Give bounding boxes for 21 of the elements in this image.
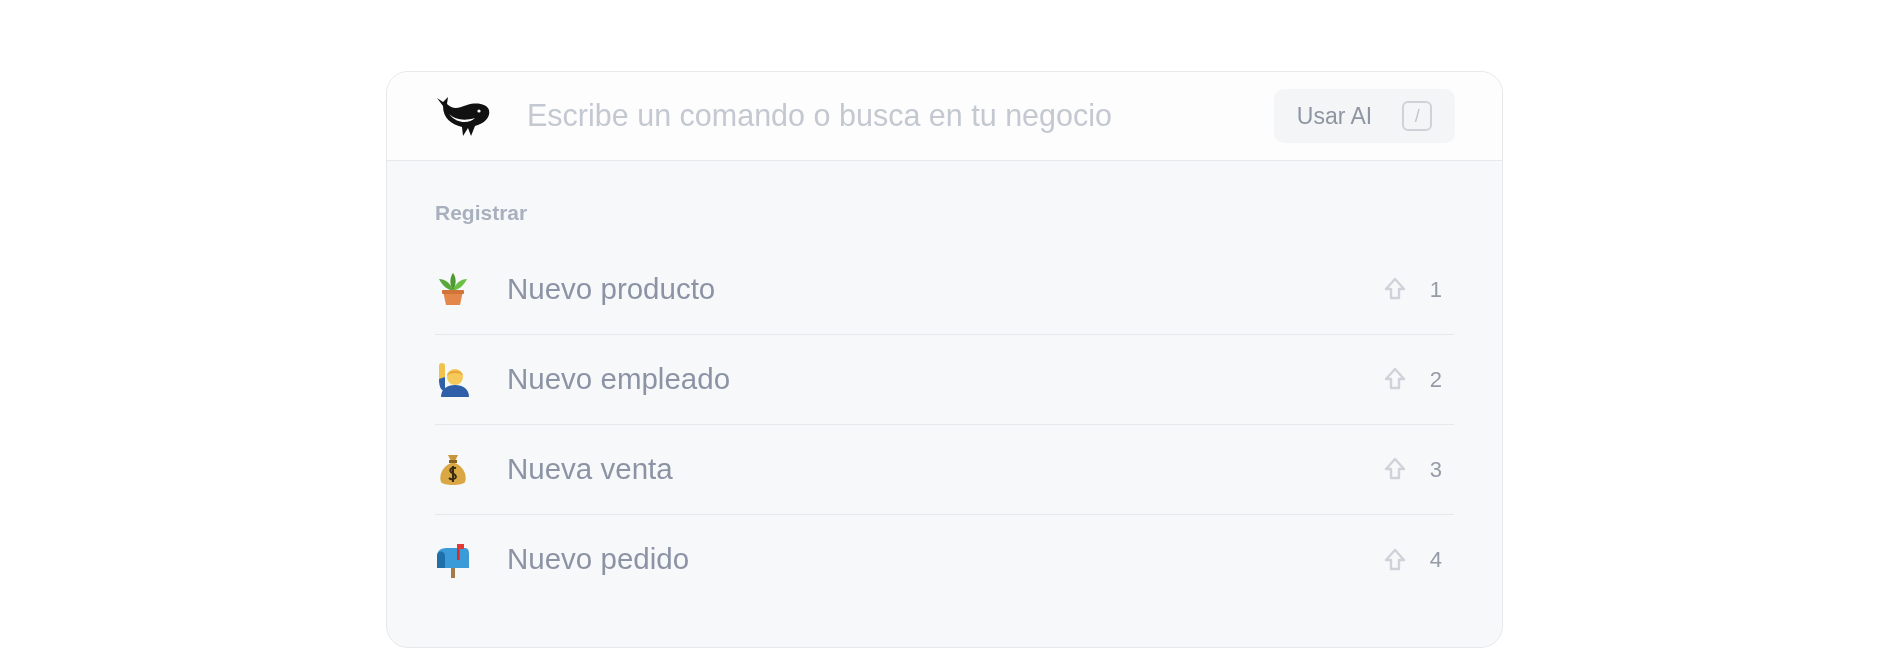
- command-item[interactable]: Nueva venta 3: [435, 424, 1454, 515]
- shortcut-number: 2: [1428, 365, 1442, 394]
- shift-key-icon: [1384, 277, 1406, 301]
- command-item[interactable]: Nuevo empleado 2: [435, 334, 1454, 425]
- command-label: Nuevo empleado: [507, 360, 732, 397]
- search-bar[interactable]: Escribe un comando o busca en tu negocio Usar AI /: [387, 72, 1502, 161]
- command-label: Nuevo pedido: [507, 541, 691, 578]
- shortcut-number: 3: [1428, 455, 1442, 484]
- shortcut-number: 4: [1428, 546, 1442, 574]
- command-label: Nueva venta: [507, 450, 674, 487]
- shift-key-icon: [1384, 367, 1406, 391]
- command-label: Nuevo producto: [507, 270, 717, 307]
- use-ai-button[interactable]: Usar AI /: [1274, 89, 1455, 143]
- section-heading: Registrar: [435, 200, 529, 226]
- key-hint: /: [1402, 101, 1433, 131]
- mailbox-icon: [435, 541, 471, 578]
- shift-key-icon: [1384, 457, 1406, 481]
- shortcut-number: 1: [1428, 275, 1442, 304]
- shift-key-icon: [1384, 547, 1406, 572]
- command-item[interactable]: Nuevo producto 1: [435, 244, 1454, 335]
- command-item[interactable]: Nuevo pedido 4: [435, 514, 1454, 605]
